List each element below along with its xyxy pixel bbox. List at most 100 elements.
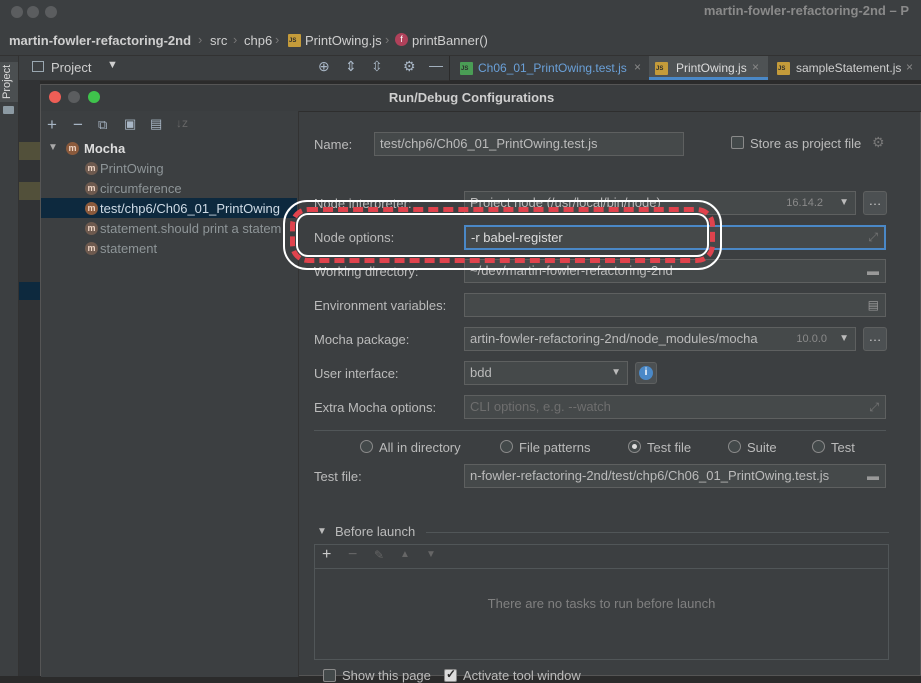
radio-all-in-directory-label: All in directory bbox=[379, 440, 461, 455]
project-panel-header: Project ▼ ⊕ ⇕ ⇳ ⚙ — bbox=[19, 56, 449, 81]
expand-icon[interactable]: ⤢ bbox=[869, 396, 879, 418]
mocha-package-value: artin-fowler-refactoring-2nd/node_module… bbox=[470, 331, 758, 346]
gear-icon[interactable]: ⚙ bbox=[872, 134, 885, 151]
remove-icon[interactable]: − bbox=[73, 115, 83, 135]
chevron-right-icon: › bbox=[233, 32, 238, 47]
new-folder-icon[interactable]: ▤ bbox=[150, 116, 162, 132]
editor-gutter bbox=[19, 80, 40, 676]
collapse-all-icon[interactable]: ⇳ bbox=[371, 58, 383, 75]
mocha-package-select[interactable]: artin-fowler-refactoring-2nd/node_module… bbox=[464, 327, 856, 351]
sort-icon[interactable]: ↓z bbox=[176, 116, 188, 130]
before-launch-toolbar: + − ✎ ▲ ▼ bbox=[315, 545, 888, 569]
tree-item-statement-should[interactable]: statement.should print a statem bbox=[100, 221, 295, 236]
chevron-down-icon[interactable]: ▼ bbox=[48, 142, 58, 153]
gear-icon[interactable]: ⚙ bbox=[403, 58, 416, 75]
function-icon: f bbox=[395, 33, 408, 46]
store-project-label: Store as project file bbox=[750, 136, 862, 151]
chevron-right-icon: › bbox=[198, 32, 203, 47]
close-window-button[interactable] bbox=[11, 6, 23, 18]
close-icon[interactable]: × bbox=[906, 60, 913, 74]
user-interface-label: User interface: bbox=[314, 366, 399, 381]
project-panel-title[interactable]: Project bbox=[51, 60, 91, 75]
tree-group-mocha[interactable]: Mocha bbox=[84, 141, 125, 156]
project-view-icon bbox=[32, 61, 44, 72]
locate-icon[interactable]: ⊕ bbox=[318, 58, 330, 75]
breadcrumb-function[interactable]: printBanner() bbox=[412, 33, 488, 48]
no-tasks-text: There are no tasks to run before launch bbox=[487, 596, 716, 611]
radio-test[interactable] bbox=[812, 440, 825, 453]
add-icon[interactable]: + bbox=[322, 546, 331, 564]
node-interpreter-browse-button[interactable]: … bbox=[863, 191, 887, 215]
breadcrumb-src[interactable]: src bbox=[210, 33, 227, 48]
tab-printowing[interactable]: PrintOwing.js × bbox=[649, 56, 768, 80]
expand-icon[interactable]: ⤢ bbox=[868, 227, 878, 248]
folder-icon bbox=[3, 106, 14, 114]
tab-label: Ch06_01_PrintOwing.test.js bbox=[478, 61, 627, 75]
mocha-package-browse-button[interactable]: … bbox=[863, 327, 887, 351]
mocha-icon: m bbox=[85, 202, 98, 215]
tree-item-circumference[interactable]: circumference bbox=[100, 181, 182, 196]
dialog-title: Run/Debug Configurations bbox=[388, 90, 555, 105]
node-version: 16.14.2 bbox=[786, 197, 823, 209]
save-icon[interactable]: ▣ bbox=[124, 116, 136, 132]
folder-icon[interactable]: ▬ bbox=[867, 465, 879, 487]
run-debug-dialog: Run/Debug Configurations + − ⧉ ▣ ▤ ↓z ▼ … bbox=[40, 84, 921, 683]
chevron-right-icon: › bbox=[275, 32, 280, 47]
close-icon[interactable]: × bbox=[752, 60, 759, 74]
folder-icon[interactable]: ▬ bbox=[867, 260, 879, 282]
radio-file-patterns[interactable] bbox=[500, 440, 513, 453]
zoom-window-button[interactable] bbox=[45, 6, 57, 18]
mocha-icon: m bbox=[85, 162, 98, 175]
before-launch-label[interactable]: Before launch bbox=[335, 524, 415, 539]
store-project-checkbox[interactable] bbox=[731, 136, 744, 149]
extra-options-label: Extra Mocha options: bbox=[314, 400, 437, 415]
info-button[interactable]: i bbox=[635, 362, 657, 384]
test-file-field[interactable]: n-fowler-refactoring-2nd/test/chp6/Ch06_… bbox=[464, 464, 886, 488]
add-icon[interactable]: + bbox=[47, 115, 57, 135]
move-down-icon[interactable]: ▼ bbox=[426, 549, 436, 560]
hide-panel-icon[interactable]: — bbox=[429, 57, 443, 73]
dropdown-arrow-icon[interactable]: ▼ bbox=[107, 59, 118, 71]
radio-all-in-directory[interactable] bbox=[360, 440, 373, 453]
user-interface-select[interactable]: bdd ▼ bbox=[464, 361, 628, 385]
breadcrumb-project[interactable]: martin-fowler-refactoring-2nd bbox=[9, 33, 191, 48]
close-icon[interactable]: × bbox=[634, 60, 641, 74]
remove-icon[interactable]: − bbox=[348, 546, 357, 564]
edit-list-icon[interactable]: ▤ bbox=[868, 294, 879, 316]
copy-icon[interactable]: ⧉ bbox=[98, 117, 107, 133]
chevron-down-icon: ▼ bbox=[839, 333, 849, 344]
mocha-icon: m bbox=[85, 222, 98, 235]
breadcrumb-file[interactable]: PrintOwing.js bbox=[305, 33, 382, 48]
divider bbox=[314, 430, 886, 431]
project-tool-tab[interactable]: Project bbox=[0, 62, 18, 102]
radio-test-label: Test bbox=[831, 440, 855, 455]
before-launch-panel: + − ✎ ▲ ▼ There are no tasks to run befo… bbox=[314, 544, 889, 660]
tree-item-ch06-test[interactable]: test/chp6/Ch06_01_PrintOwing bbox=[100, 201, 280, 216]
js-file-icon bbox=[777, 62, 790, 75]
expand-all-icon[interactable]: ⇕ bbox=[345, 58, 357, 75]
tab-samplestatement[interactable]: sampleStatement.js × bbox=[771, 56, 921, 80]
user-interface-value: bdd bbox=[470, 365, 492, 380]
name-label: Name: bbox=[314, 137, 353, 152]
js-test-file-icon bbox=[460, 62, 473, 75]
extra-options-field[interactable]: CLI options, e.g. --watch ⤢ bbox=[464, 395, 886, 419]
name-field[interactable]: test/chp6/Ch06_01_PrintOwing.test.js bbox=[374, 132, 684, 156]
window-title-bar: martin-fowler-refactoring-2nd – P bbox=[0, 0, 921, 24]
env-label: Environment variables: bbox=[314, 298, 447, 313]
radio-test-file[interactable] bbox=[628, 440, 641, 453]
chevron-down-icon: ▼ bbox=[839, 197, 849, 208]
breadcrumb-chp6[interactable]: chp6 bbox=[244, 33, 272, 48]
chevron-down-icon[interactable]: ▼ bbox=[317, 526, 327, 537]
move-up-icon[interactable]: ▲ bbox=[400, 549, 410, 560]
tab-ch06-test[interactable]: Ch06_01_PrintOwing.test.js × bbox=[454, 56, 649, 80]
window-title: martin-fowler-refactoring-2nd – P bbox=[703, 3, 909, 18]
config-tree-pane: + − ⧉ ▣ ▤ ↓z ▼ m Mocha m PrintOwing m ci… bbox=[41, 111, 299, 677]
edit-icon[interactable]: ✎ bbox=[374, 548, 384, 562]
tree-item-statement[interactable]: statement bbox=[100, 241, 157, 256]
minimize-window-button[interactable] bbox=[27, 6, 39, 18]
project-tool-label: Project bbox=[1, 64, 13, 99]
env-field[interactable]: ▤ bbox=[464, 293, 886, 317]
radio-suite[interactable] bbox=[728, 440, 741, 453]
tab-label: sampleStatement.js bbox=[796, 61, 902, 75]
tree-item-printowing[interactable]: PrintOwing bbox=[100, 161, 164, 176]
